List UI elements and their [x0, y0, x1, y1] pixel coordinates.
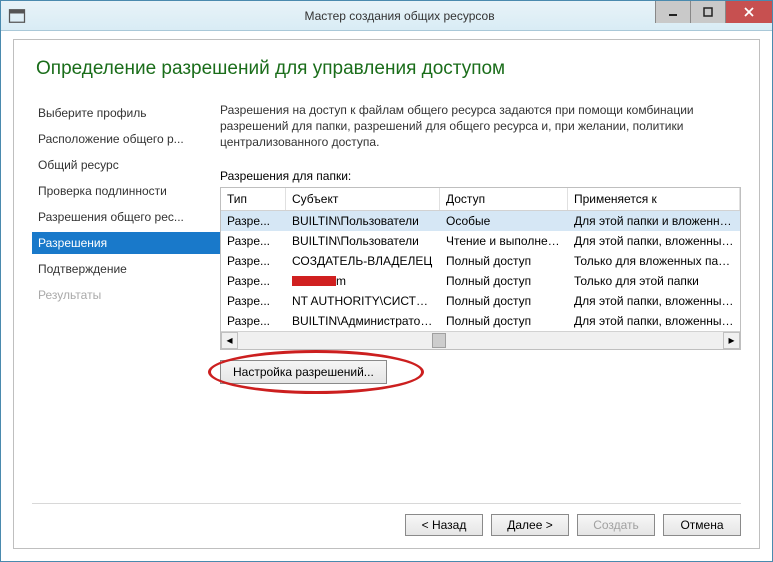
col-type[interactable]: Тип	[221, 188, 286, 210]
wizard-nav: Выберите профиль Расположение общего р..…	[32, 102, 220, 503]
cell-subject: BUILTIN\Пользователи	[286, 211, 440, 231]
configure-permissions-button[interactable]: Настройка разрешений...	[220, 360, 387, 384]
cell-type: Разре...	[221, 231, 286, 251]
col-access[interactable]: Доступ	[440, 188, 568, 210]
next-button[interactable]: Далее >	[491, 514, 569, 536]
scroll-right-icon[interactable]: ▸	[723, 332, 740, 349]
cell-type: Разре...	[221, 251, 286, 271]
cell-subject: BUILTIN\Пользователи	[286, 231, 440, 251]
cell-subject: NT AUTHORITY\СИСТЕМА	[286, 291, 440, 311]
grid-row[interactable]: Разре... СОЗДАТЕЛЬ-ВЛАДЕЛЕЦ Полный досту…	[221, 251, 740, 271]
cell-subject: СОЗДАТЕЛЬ-ВЛАДЕЛЕЦ	[286, 251, 440, 271]
horizontal-scrollbar[interactable]: ◂ ▸	[221, 331, 740, 349]
cell-access: Полный доступ	[440, 311, 568, 331]
cell-access: Особые	[440, 211, 568, 231]
create-button: Создать	[577, 514, 655, 536]
nav-confirmation[interactable]: Подтверждение	[32, 258, 220, 280]
back-button[interactable]: < Назад	[405, 514, 483, 536]
cell-type: Разре...	[221, 291, 286, 311]
cell-applies: Только для вложенных папок	[568, 251, 740, 271]
configure-row: Настройка разрешений...	[220, 360, 741, 384]
nav-share-permissions[interactable]: Разрешения общего рес...	[32, 206, 220, 228]
cell-type: Разре...	[221, 311, 286, 331]
grid-row[interactable]: Разре... m Полный доступ Только для этой…	[221, 271, 740, 291]
permissions-grid: Тип Субъект Доступ Применяется к Разре..…	[220, 187, 741, 350]
wizard-window: Мастер создания общих ресурсов Определен…	[0, 0, 773, 562]
scroll-left-icon[interactable]: ◂	[221, 332, 238, 349]
redacted-text	[292, 276, 336, 286]
cell-applies: Для этой папки, вложенных па	[568, 291, 740, 311]
nav-select-profile[interactable]: Выберите профиль	[32, 102, 220, 124]
cell-access: Полный доступ	[440, 271, 568, 291]
wizard-inner: Определение разрешений для управления до…	[13, 39, 760, 549]
col-applies[interactable]: Применяется к	[568, 188, 740, 210]
redacted-suffix: m	[336, 274, 346, 288]
cell-access: Чтение и выполнени...	[440, 231, 568, 251]
close-button[interactable]	[725, 1, 772, 23]
cell-applies: Для этой папки и вложенных	[568, 211, 740, 231]
wizard-footer: < Назад Далее > Создать Отмена	[32, 503, 741, 536]
title-bar: Мастер создания общих ресурсов	[1, 1, 772, 31]
scroll-track[interactable]	[238, 332, 723, 349]
scroll-thumb[interactable]	[432, 333, 446, 348]
nav-permissions[interactable]: Разрешения	[32, 232, 220, 254]
grid-row[interactable]: Разре... BUILTIN\Пользователи Особые Для…	[221, 211, 740, 231]
cell-type: Разре...	[221, 271, 286, 291]
maximize-button[interactable]	[690, 1, 725, 23]
nav-results: Результаты	[32, 284, 220, 306]
grid-row[interactable]: Разре... BUILTIN\Пользователи Чтение и в…	[221, 231, 740, 251]
app-icon	[7, 6, 27, 26]
nav-authentication[interactable]: Проверка подлинности	[32, 180, 220, 202]
folder-permissions-label: Разрешения для папки:	[220, 169, 741, 183]
grid-header: Тип Субъект Доступ Применяется к	[221, 188, 740, 211]
cell-subject: BUILTIN\Администраторы	[286, 311, 440, 331]
wizard-content: Разрешения на доступ к файлам общего рес…	[220, 102, 741, 503]
col-subject[interactable]: Субъект	[286, 188, 440, 210]
cell-access: Полный доступ	[440, 251, 568, 271]
grid-row[interactable]: Разре... BUILTIN\Администраторы Полный д…	[221, 311, 740, 331]
minimize-button[interactable]	[655, 1, 690, 23]
description-text: Разрешения на доступ к файлам общего рес…	[220, 102, 741, 151]
cell-access: Полный доступ	[440, 291, 568, 311]
wizard-body: Выберите профиль Расположение общего р..…	[32, 102, 741, 503]
grid-row[interactable]: Разре... NT AUTHORITY\СИСТЕМА Полный дос…	[221, 291, 740, 311]
cell-applies: Для этой папки, вложенных па	[568, 231, 740, 251]
cancel-button[interactable]: Отмена	[663, 514, 741, 536]
nav-share-name[interactable]: Общий ресурс	[32, 154, 220, 176]
nav-share-location[interactable]: Расположение общего р...	[32, 128, 220, 150]
cell-applies: Только для этой папки	[568, 271, 740, 291]
grid-body: Разре... BUILTIN\Пользователи Особые Для…	[221, 211, 740, 331]
page-heading: Определение разрешений для управления до…	[36, 58, 741, 80]
cell-applies: Для этой папки, вложенных па	[568, 311, 740, 331]
window-buttons	[655, 1, 772, 23]
cell-subject: m	[286, 271, 440, 291]
cell-type: Разре...	[221, 211, 286, 231]
